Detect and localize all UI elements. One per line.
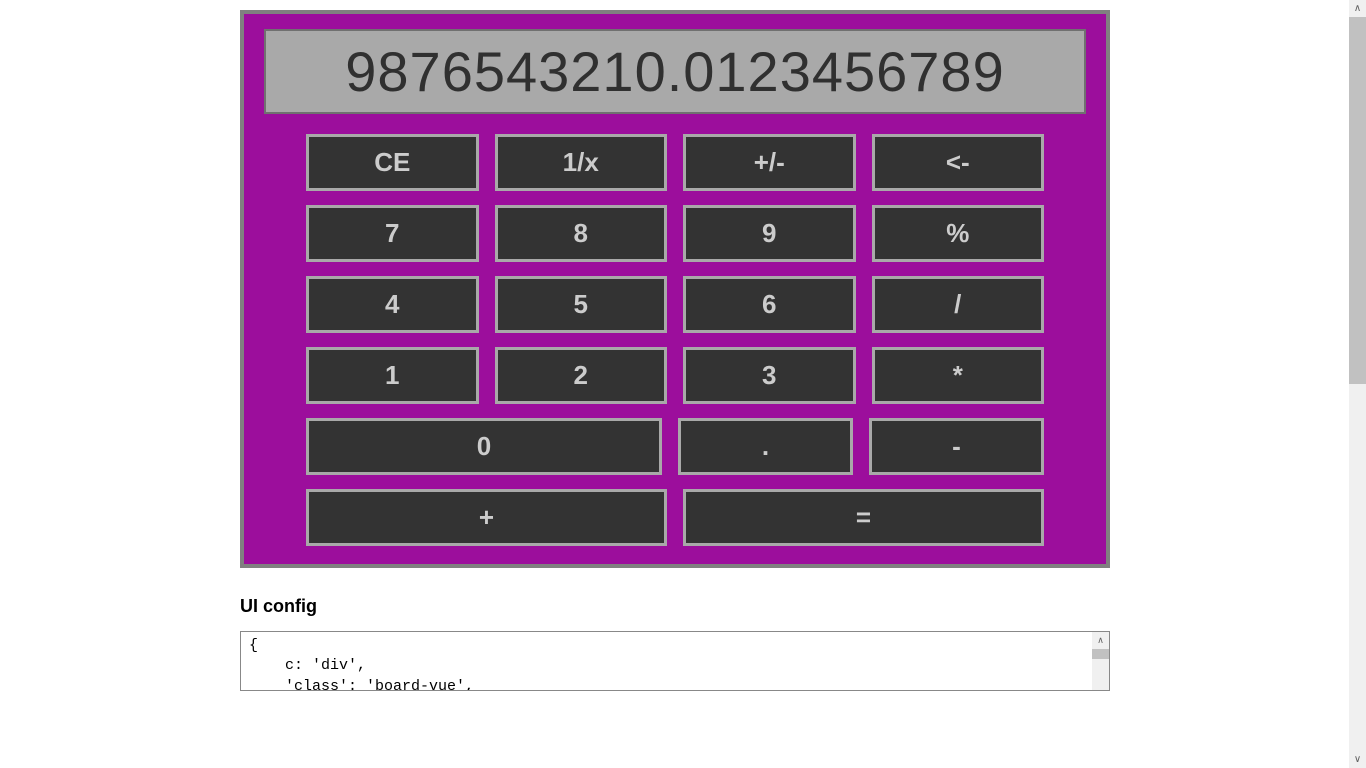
backspace-button[interactable]: <- [872,134,1045,191]
scroll-thumb[interactable] [1092,649,1109,659]
reciprocal-button[interactable]: 1/x [495,134,668,191]
sign-toggle-button[interactable]: +/- [683,134,856,191]
button-row: 123 * [264,347,1086,404]
digit-6-button[interactable]: 6 [683,276,856,333]
clear-entry-button[interactable]: CE [306,134,479,191]
ui-config-heading: UI config [240,596,1346,617]
digit-8-button[interactable]: 8 [495,205,668,262]
digit-5-button[interactable]: 5 [495,276,668,333]
subtract-button[interactable]: - [869,418,1044,475]
add-button[interactable]: + [306,489,667,546]
ui-config-textarea[interactable]: { c: 'div', 'class': 'board-vue', [240,631,1110,691]
scroll-up-icon[interactable]: ∧ [1349,0,1366,17]
button-row: 0.- [264,418,1086,475]
scroll-down-icon[interactable]: ∨ [1349,751,1366,768]
calculator-board: 9876543210.0123456789 CE 1/x +/- <- 789% 456 /… [240,10,1110,568]
equals-button[interactable]: = [683,489,1044,546]
digit-2-button[interactable]: 2 [495,347,668,404]
digit-3-button[interactable]: 3 [683,347,856,404]
config-scrollbar[interactable]: ∧ [1092,632,1109,690]
digit-1-button[interactable]: 1 [306,347,479,404]
digit-0-button[interactable]: 0 [306,418,662,475]
multiply-button[interactable]: * [872,347,1045,404]
scroll-track[interactable] [1092,659,1109,690]
button-row: 789% [264,205,1086,262]
scroll-thumb[interactable] [1349,17,1366,384]
scroll-track[interactable] [1349,17,1366,751]
button-row: += [264,489,1086,546]
button-row: CE 1/x +/- <- [264,134,1086,191]
digit-4-button[interactable]: 4 [306,276,479,333]
digit-9-button[interactable]: 9 [683,205,856,262]
percent-button[interactable]: % [872,205,1045,262]
button-row: 456 / [264,276,1086,333]
digit-7-button[interactable]: 7 [306,205,479,262]
calculator-display: 9876543210.0123456789 [264,29,1086,114]
divide-button[interactable]: / [872,276,1045,333]
decimal-button[interactable]: . [678,418,853,475]
page-scrollbar[interactable]: ∧ ∨ [1349,0,1366,768]
scroll-up-icon[interactable]: ∧ [1092,632,1109,649]
